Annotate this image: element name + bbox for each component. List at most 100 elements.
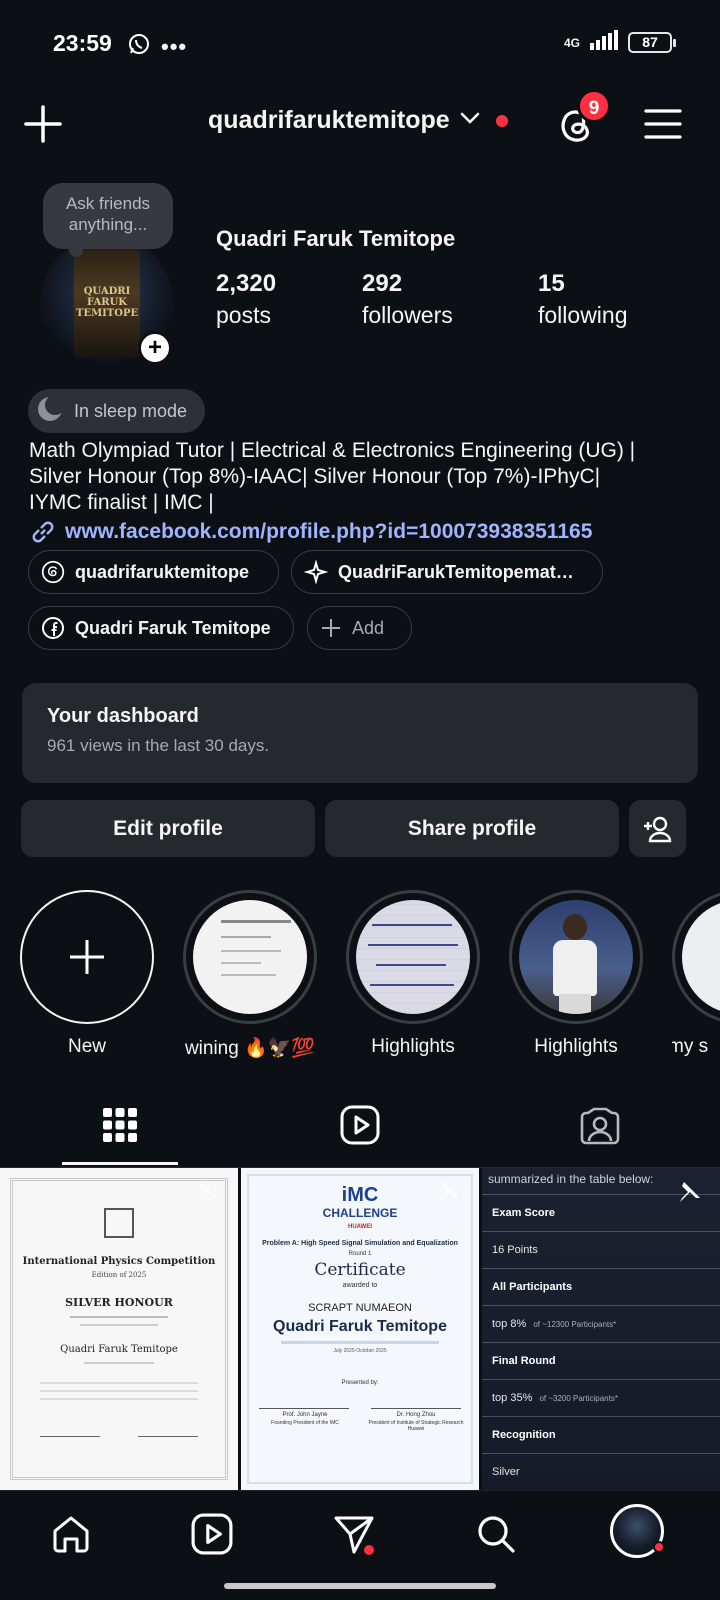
home-icon bbox=[53, 1516, 89, 1553]
highlight-cover bbox=[519, 900, 633, 1014]
status-left-icons: ••• bbox=[127, 32, 187, 61]
table-row: top 35% of ~3200 Participants* bbox=[482, 1379, 720, 1416]
posts-count: 2,320 bbox=[216, 270, 277, 297]
cert-team: SCRAPT NUMAEON bbox=[308, 1302, 412, 1314]
signatory-1-role: Founding President of the IMC bbox=[271, 1420, 339, 1426]
share-profile-button[interactable]: Share profile bbox=[325, 800, 619, 857]
signal-icon bbox=[590, 30, 618, 55]
create-button[interactable] bbox=[22, 103, 64, 145]
cert-edition: Edition of 2025 bbox=[91, 1271, 147, 1279]
facebook-icon bbox=[42, 617, 64, 639]
sleep-mode-label: In sleep mode bbox=[74, 400, 188, 421]
discover-people-button[interactable] bbox=[629, 800, 686, 857]
tab-posts-grid[interactable] bbox=[90, 1100, 150, 1150]
battery-icon: 87 bbox=[628, 32, 676, 53]
highlight-wining[interactable]: wining 🔥🦅💯 bbox=[183, 890, 317, 1060]
tab-tagged[interactable] bbox=[570, 1100, 630, 1150]
table-cell: top 8% bbox=[492, 1318, 527, 1330]
grid-post[interactable]: International Physics Competition Editio… bbox=[0, 1168, 238, 1490]
ai-chip[interactable]: QuadriFarukTemitopemat… bbox=[291, 550, 603, 594]
bio-line: Silver Honour (Top 8%)-IAAC| Silver Hono… bbox=[29, 465, 601, 488]
followers-stat[interactable]: 292 followers bbox=[362, 270, 453, 329]
pin-icon bbox=[674, 1180, 702, 1213]
search-icon bbox=[478, 1516, 515, 1553]
dashboard-card[interactable]: Your dashboard 961 views in the last 30 … bbox=[22, 683, 698, 783]
menu-button[interactable] bbox=[644, 108, 682, 140]
grid-post[interactable]: iMC CHALLENGE HUAWEI Problem A: High Spe… bbox=[241, 1168, 479, 1490]
notification-badge: 9 bbox=[577, 89, 611, 123]
facebook-chip[interactable]: Quadri Faruk Temitope bbox=[28, 606, 294, 650]
tab-reels[interactable] bbox=[330, 1100, 390, 1150]
highlight-photo[interactable]: Highlights bbox=[509, 890, 643, 1058]
menu-icon bbox=[644, 109, 682, 139]
threads-chip[interactable]: quadrifaruktemitope bbox=[28, 550, 279, 594]
nav-home[interactable] bbox=[45, 1508, 97, 1560]
signatory-1-name: Prof. John Jayne bbox=[282, 1412, 328, 1418]
nav-reels[interactable] bbox=[186, 1508, 238, 1560]
highlight-math[interactable]: Highlights bbox=[346, 890, 480, 1058]
messages-icon bbox=[334, 1516, 374, 1555]
add-story-button[interactable]: + bbox=[138, 331, 172, 365]
edit-profile-button[interactable]: Edit profile bbox=[21, 800, 315, 857]
highlight-new[interactable]: New bbox=[20, 890, 154, 1058]
highlight-ring bbox=[20, 890, 154, 1024]
highlight-label: New bbox=[67, 1036, 106, 1057]
active-tab-indicator bbox=[62, 1162, 178, 1165]
signatory-2-role: President of Institute of Strategic Rese… bbox=[368, 1420, 464, 1432]
table-row: 16 Points bbox=[482, 1231, 720, 1268]
highlight-label: wining 🔥🦅💯 bbox=[184, 1038, 316, 1059]
followers-count: 292 bbox=[362, 270, 403, 297]
table-row: All Participants bbox=[482, 1268, 720, 1305]
add-link-chip[interactable]: Add bbox=[307, 606, 412, 650]
status-time: 23:59 bbox=[53, 30, 112, 56]
threads-chip-label: quadrifaruktemitope bbox=[75, 561, 250, 582]
cert-award: SILVER HONOUR bbox=[65, 1296, 173, 1309]
nav-search[interactable] bbox=[470, 1508, 522, 1560]
highlight-my-s[interactable]: my s bbox=[672, 890, 720, 1058]
network-type: 4G bbox=[563, 35, 580, 50]
followers-label: followers bbox=[362, 302, 453, 328]
whatsapp-icon bbox=[127, 32, 151, 61]
posts-stat[interactable]: 2,320 posts bbox=[216, 270, 276, 329]
note-bubble[interactable]: Ask friends anything... bbox=[43, 183, 173, 257]
grid-post[interactable]: summarized in the table below: Exam Scor… bbox=[482, 1168, 720, 1490]
cert-title: Certificate bbox=[314, 1260, 406, 1280]
highlight-label: Highlights bbox=[534, 1036, 618, 1057]
cert-awarded: awarded to bbox=[342, 1282, 378, 1289]
threads-icon bbox=[41, 560, 65, 584]
bio-link-text: www.facebook.com/profile.php?id=10007393… bbox=[65, 520, 593, 543]
nav-profile[interactable] bbox=[609, 1503, 665, 1559]
highlight-cover bbox=[682, 900, 720, 1014]
cert-presented: Presented by: bbox=[341, 1380, 379, 1386]
table-caption: summarized in the table below: bbox=[488, 1172, 654, 1186]
display-name: Quadri Faruk Temitope bbox=[216, 226, 456, 251]
cert-name: Quadri Faruk Temitope bbox=[273, 1318, 447, 1335]
avatar-poster-title: QUADRI FARUK TEMITOPE bbox=[76, 286, 139, 319]
account-switcher[interactable]: quadrifaruktemitope bbox=[208, 106, 508, 135]
dashboard-title: Your dashboard bbox=[47, 705, 199, 727]
table-cell: top 35% bbox=[492, 1392, 533, 1404]
sparkle-icon bbox=[304, 560, 328, 584]
table-row: Silver bbox=[482, 1453, 720, 1490]
bio-link[interactable]: www.facebook.com/profile.php?id=10007393… bbox=[29, 518, 592, 546]
reels-icon bbox=[340, 1105, 380, 1145]
competition-logo bbox=[104, 1208, 134, 1238]
cert-round: Round 1 bbox=[348, 1251, 372, 1257]
pin-icon bbox=[192, 1180, 220, 1213]
table-row: Final Round bbox=[482, 1342, 720, 1379]
bio-line: IYMC finalist | IMC | bbox=[29, 491, 214, 514]
profile-avatar bbox=[610, 1504, 665, 1558]
moon-icon bbox=[36, 394, 65, 428]
chevron-down-icon bbox=[460, 111, 480, 130]
pin-icon bbox=[433, 1180, 461, 1213]
reels-icon bbox=[191, 1513, 233, 1555]
following-stat[interactable]: 15 following bbox=[538, 270, 628, 329]
plus-icon bbox=[322, 619, 340, 637]
nav-messages[interactable] bbox=[328, 1508, 380, 1560]
highlight-label: my s bbox=[672, 1036, 709, 1057]
sleep-mode-status[interactable]: In sleep mode bbox=[28, 389, 206, 433]
link-icon bbox=[32, 521, 54, 543]
highlight-ring bbox=[346, 890, 480, 1024]
results-table: Exam Score 16 Points All Participants to… bbox=[482, 1194, 720, 1490]
cert-heading: International Physics Competition bbox=[22, 1256, 216, 1267]
